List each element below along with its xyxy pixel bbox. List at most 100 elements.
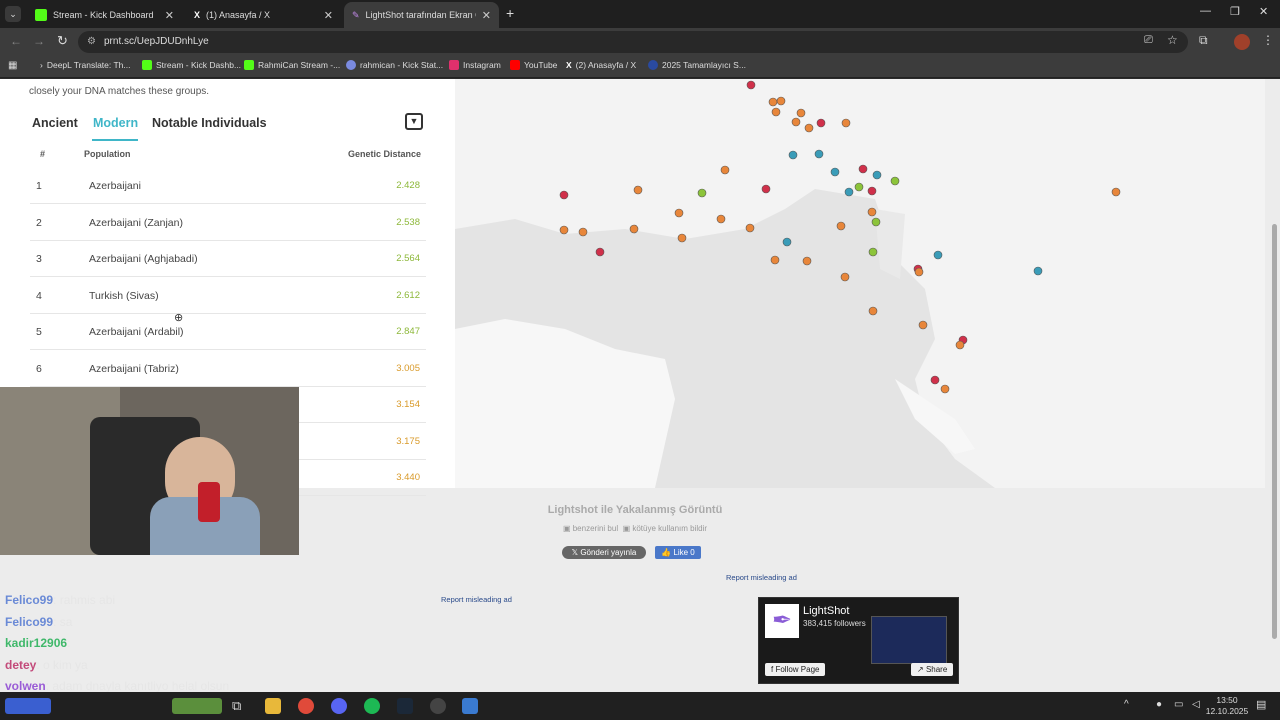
map-marker[interactable] bbox=[746, 80, 756, 90]
map-marker[interactable] bbox=[830, 167, 840, 177]
install-icon[interactable]: ⎚ bbox=[1144, 34, 1153, 47]
chat-username[interactable]: Felico99 bbox=[5, 615, 53, 629]
tab-ancient[interactable]: Ancient bbox=[32, 116, 78, 130]
tab-modern[interactable]: Modern bbox=[93, 116, 138, 130]
bookmark-rahmican-stream[interactable]: RahmiCan Stream -... bbox=[244, 60, 340, 70]
map-marker[interactable] bbox=[776, 96, 786, 106]
widgets-icon[interactable] bbox=[172, 698, 222, 714]
map-marker[interactable] bbox=[844, 187, 854, 197]
bookmark-kick-stats[interactable]: rahmican - Kick Stat... bbox=[346, 60, 443, 70]
map-marker[interactable] bbox=[955, 340, 965, 350]
map-marker[interactable] bbox=[674, 208, 684, 218]
menu-icon[interactable]: ⋮ bbox=[1262, 33, 1274, 47]
chrome-icon[interactable] bbox=[298, 698, 314, 714]
fb-page-name[interactable]: LightShot bbox=[803, 605, 849, 617]
map-marker[interactable] bbox=[918, 320, 928, 330]
bookmark-deepl[interactable]: › DeepL Translate: Th... bbox=[40, 60, 130, 70]
site-info-icon[interactable]: ⚙ bbox=[87, 31, 96, 53]
bookmark-2025[interactable]: 2025 Tamamlayıcı S... bbox=[648, 60, 746, 70]
task-view-icon[interactable]: ⧉ bbox=[232, 698, 248, 714]
map-marker[interactable] bbox=[871, 217, 881, 227]
close-window-button[interactable]: ✕ bbox=[1259, 5, 1268, 18]
bookmark-youtube[interactable]: YouTube bbox=[510, 60, 557, 70]
map-marker[interactable] bbox=[782, 237, 792, 247]
map-marker[interactable] bbox=[796, 108, 806, 118]
map-marker[interactable] bbox=[840, 272, 850, 282]
map-marker[interactable] bbox=[867, 207, 877, 217]
map-marker[interactable] bbox=[841, 118, 851, 128]
map-marker[interactable] bbox=[914, 267, 924, 277]
tab-lightshot[interactable]: ✎ LightShot tarafından Ekran Gör ✕ bbox=[344, 2, 499, 28]
tab-x-home[interactable]: X (1) Anasayfa / X ✕ bbox=[186, 2, 341, 28]
tab-search-button[interactable]: ⌄ bbox=[5, 6, 21, 22]
spotify-icon[interactable] bbox=[364, 698, 380, 714]
obs-icon[interactable] bbox=[430, 698, 446, 714]
close-icon[interactable]: ✕ bbox=[482, 9, 491, 22]
bookmark-instagram[interactable]: Instagram bbox=[449, 60, 501, 70]
map-marker[interactable] bbox=[933, 250, 943, 260]
scrollbar-thumb[interactable] bbox=[1272, 224, 1277, 639]
close-icon[interactable]: ✕ bbox=[165, 9, 174, 22]
report-ad-link-2[interactable]: Report misleading ad bbox=[441, 595, 512, 604]
app-icon[interactable] bbox=[462, 698, 478, 714]
notification-icon[interactable]: ▤ bbox=[1256, 698, 1266, 711]
table-row[interactable]: 5 Azerbaijani (Ardabil) 2.847 bbox=[30, 314, 426, 350]
star-icon[interactable]: ☆ bbox=[1167, 33, 1178, 47]
table-row[interactable]: 2 Azerbaijani (Zanjan) 2.538 bbox=[30, 205, 426, 241]
reload-icon[interactable]: ↻ bbox=[57, 33, 68, 49]
forward-icon[interactable]: → bbox=[33, 34, 45, 48]
table-row[interactable]: 3 Azerbaijani (Aghjabadi) 2.564 bbox=[30, 241, 426, 277]
tab-notable-individuals[interactable]: Notable Individuals bbox=[152, 116, 267, 130]
map-marker[interactable] bbox=[791, 117, 801, 127]
map-marker[interactable] bbox=[771, 107, 781, 117]
close-icon[interactable]: ✕ bbox=[324, 9, 333, 22]
map-marker[interactable] bbox=[930, 375, 940, 385]
map-marker[interactable] bbox=[770, 255, 780, 265]
mic-icon[interactable]: ● bbox=[1156, 699, 1162, 710]
map-marker[interactable] bbox=[761, 184, 771, 194]
map[interactable] bbox=[455, 79, 1265, 488]
map-marker[interactable] bbox=[868, 247, 878, 257]
chat-username[interactable]: kadir12906 bbox=[5, 636, 67, 650]
map-marker[interactable] bbox=[788, 150, 798, 160]
bookmark-x[interactable]: X (2) Anasayfa / X bbox=[566, 60, 636, 70]
map-marker[interactable] bbox=[578, 227, 588, 237]
map-marker[interactable] bbox=[595, 247, 605, 257]
table-row[interactable]: 6 Azerbaijani (Tabriz) 3.005 bbox=[30, 351, 426, 387]
chat-username[interactable]: detey bbox=[5, 658, 36, 672]
clock[interactable]: 13:50 12.10.2025 bbox=[1204, 695, 1250, 717]
volume-icon[interactable]: ◁ bbox=[1192, 699, 1200, 710]
tray-chevron-icon[interactable]: ^ bbox=[1124, 699, 1129, 710]
report-ad-link[interactable]: Report misleading ad bbox=[726, 573, 797, 582]
map-marker[interactable] bbox=[890, 176, 900, 186]
report-abuse-link[interactable]: kötüye kullanım bildir bbox=[632, 524, 707, 533]
tab-kick-dashboard[interactable]: Stream - Kick Dashboard ✕ bbox=[27, 2, 182, 28]
map-marker[interactable] bbox=[559, 190, 569, 200]
map-marker[interactable] bbox=[677, 233, 687, 243]
map-marker[interactable] bbox=[814, 149, 824, 159]
fb-like-button[interactable]: 👍 Like 0 bbox=[655, 546, 701, 559]
tweet-button[interactable]: 𝕏 Gönderi yayınla bbox=[562, 546, 646, 559]
map-marker[interactable] bbox=[720, 165, 730, 175]
table-row[interactable]: 4 Turkish (Sivas) 2.612 bbox=[30, 278, 426, 314]
extensions-icon[interactable]: ⧉ bbox=[1199, 33, 1208, 48]
map-marker[interactable] bbox=[858, 164, 868, 174]
map-marker[interactable] bbox=[716, 214, 726, 224]
discord-icon[interactable] bbox=[331, 698, 347, 714]
map-marker[interactable] bbox=[868, 306, 878, 316]
map-marker[interactable] bbox=[1033, 266, 1043, 276]
map-marker[interactable] bbox=[802, 256, 812, 266]
map-marker[interactable] bbox=[768, 97, 778, 107]
network-icon[interactable]: ▭ bbox=[1174, 699, 1183, 710]
start-icon[interactable] bbox=[5, 698, 51, 714]
map-marker[interactable] bbox=[940, 384, 950, 394]
chat-username[interactable]: Felico99 bbox=[5, 593, 53, 607]
map-marker[interactable] bbox=[867, 186, 877, 196]
map-marker[interactable] bbox=[854, 182, 864, 192]
follow-page-button[interactable]: f Follow Page bbox=[765, 663, 826, 676]
map-marker[interactable] bbox=[745, 223, 755, 233]
steam-icon[interactable] bbox=[397, 698, 413, 714]
map-marker[interactable] bbox=[836, 221, 846, 231]
chat-username[interactable]: volwen bbox=[5, 679, 46, 692]
filter-icon[interactable]: ▼ bbox=[405, 113, 423, 130]
